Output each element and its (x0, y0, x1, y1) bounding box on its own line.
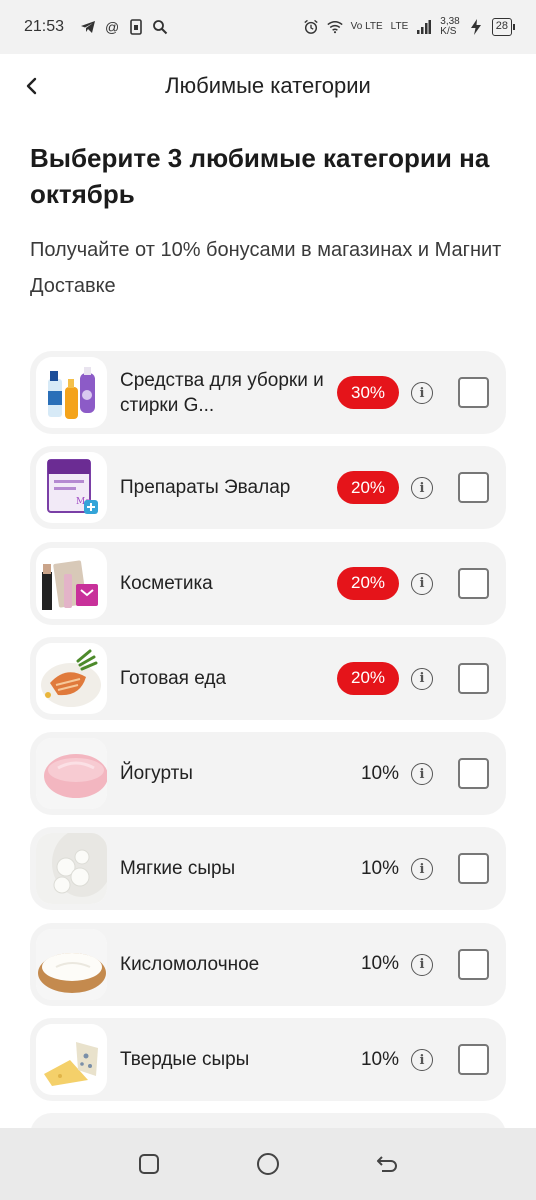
search-icon (152, 19, 168, 35)
battery-level: 28 (491, 18, 516, 36)
speed-indicator: 3,38 K/S (440, 17, 459, 37)
bonus-percent: 10% (360, 762, 399, 784)
promo-description: Получайте от 10% бонусами в магазинах и … (30, 239, 502, 297)
category-name: Препараты Эвалар (120, 446, 335, 529)
category-card[interactable]: Mg Препараты Эвалар 20% i (30, 446, 506, 530)
hard-cheese-image (36, 1024, 107, 1096)
category-card[interactable]: Йогурты 10% i (30, 732, 506, 816)
telegram-icon (80, 19, 96, 35)
category-name-text: Кисломолочное (120, 953, 260, 975)
chevron-left-icon[interactable] (18, 72, 46, 100)
category-name: Готовая еда (120, 637, 335, 720)
info-icon[interactable]: i (411, 763, 433, 786)
category-card[interactable]: Косметика 20% i (30, 541, 506, 625)
info-icon[interactable]: i (411, 382, 433, 404)
bonus-percent: 10% (360, 1048, 399, 1070)
sour-cream-image (36, 928, 107, 1000)
home-icon[interactable] (250, 1146, 286, 1182)
bonus-badge: 20% (337, 471, 399, 505)
category-name: Кисломолочное (120, 923, 335, 1006)
category-card[interactable]: Средства для уборки и стирки G... 30% i (30, 351, 506, 434)
promo-headline: Выберите 3 любимые категории на октябрь (30, 143, 490, 209)
category-checkbox[interactable] (458, 472, 489, 504)
at-icon: @ (104, 19, 120, 35)
category-checkbox[interactable] (458, 1044, 489, 1076)
mozzarella-image (36, 833, 107, 905)
category-checkbox[interactable] (458, 567, 489, 599)
category-name-text: Средства для уборки и стирки G... (120, 369, 324, 416)
alarm-icon (303, 19, 319, 35)
bonus-badge: 20% (337, 661, 399, 695)
category-card[interactable]: Готовая еда 20% i (30, 636, 506, 720)
bonus-percent: 10% (360, 953, 399, 975)
category-checkbox[interactable] (458, 948, 489, 980)
lte-label: LTE (390, 21, 409, 32)
phone-icon (128, 19, 144, 35)
cosmetics-image (36, 547, 107, 619)
category-name: Средства для уборки и стирки G... (120, 351, 335, 434)
info-icon[interactable]: i (411, 1049, 433, 1072)
bonus-percent: 10% (360, 857, 399, 879)
speed-unit: K/S (440, 26, 457, 37)
status-time: 21:53 (24, 18, 65, 35)
info-icon[interactable]: i (411, 477, 433, 500)
category-name-text: Твердые сыры (120, 1049, 250, 1071)
category-name-text: Косметика (120, 572, 213, 594)
bonus-badge: 30% (337, 376, 399, 409)
category-name-text: Мягкие сыры (120, 858, 236, 880)
category-name: Косметика (120, 542, 335, 625)
category-checkbox[interactable] (458, 377, 489, 408)
yogurt-image (36, 738, 107, 810)
category-name-text: Готовая еда (120, 667, 227, 689)
category-name: Йогурты (120, 732, 335, 815)
app-header: Любимые категории (0, 54, 536, 118)
bonus-badge: 20% (337, 566, 399, 600)
recent-apps-icon[interactable] (131, 1146, 167, 1182)
category-list: Средства для уборки и стирки G... 30% i … (30, 351, 506, 1200)
system-nav-bar (0, 1128, 536, 1200)
evalar-box-image: Mg (36, 452, 107, 524)
category-card[interactable]: Твердые сыры 10% i (30, 1018, 506, 1102)
category-name-text: Йогурты (120, 763, 193, 785)
info-icon[interactable]: i (411, 572, 433, 595)
back-icon[interactable] (369, 1146, 405, 1182)
cleaning-products-image (36, 357, 107, 428)
volte-label: Vo LTE (350, 21, 383, 32)
category-name-text: Препараты Эвалар (120, 477, 291, 499)
info-icon[interactable]: i (411, 858, 433, 881)
category-checkbox[interactable] (458, 758, 489, 790)
signal-icon (416, 19, 432, 35)
wifi-icon (326, 19, 343, 35)
category-checkbox[interactable] (458, 853, 489, 885)
page-title: Любимые категории (165, 73, 371, 98)
status-bar: 21:53 @ Vo LTE LTE 3,38 K/S 28 (0, 0, 536, 54)
info-icon[interactable]: i (411, 667, 433, 690)
category-name: Мягкие сыры (120, 827, 335, 910)
category-card[interactable]: Кисломолочное 10% i (30, 922, 506, 1006)
category-checkbox[interactable] (458, 662, 489, 694)
category-name: Твердые сыры (120, 1018, 335, 1101)
category-card[interactable]: Мягкие сыры 10% i (30, 827, 506, 911)
ready-meal-image (36, 642, 107, 714)
info-icon[interactable]: i (411, 953, 433, 976)
charging-icon (468, 19, 484, 35)
